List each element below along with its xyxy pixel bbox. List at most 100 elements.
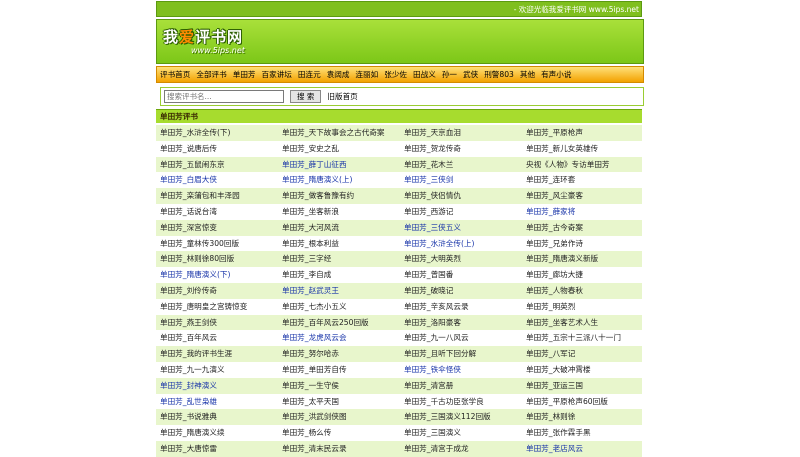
old-home-link[interactable]: 旧版首页 — [327, 91, 357, 102]
book-link[interactable]: 单田芳_话说台湾 — [156, 203, 278, 220]
book-link[interactable]: 单田芳_花木兰 — [400, 156, 522, 173]
book-link[interactable]: 单田芳_水浒全传(上) — [400, 235, 522, 252]
book-link[interactable]: 单田芳_隋唐演义(下) — [156, 267, 278, 283]
nav-item[interactable]: 全部评书 — [196, 69, 226, 80]
book-link[interactable]: 单田芳_说唐后传 — [156, 140, 278, 157]
nav-item[interactable]: 评书首页 — [160, 69, 190, 80]
book-link[interactable]: 单田芳_天京血泪 — [400, 125, 522, 141]
book-link[interactable]: 单田芳_赵武灵王 — [278, 282, 400, 299]
book-link[interactable]: 单田芳_张作霖手黑 — [522, 425, 642, 441]
nav-item[interactable]: 张少佐 — [384, 69, 407, 80]
book-link[interactable]: 单田芳_百年风云 — [156, 330, 278, 347]
book-link[interactable]: 单田芳_刘伶传奇 — [156, 282, 278, 299]
book-link[interactable]: 单田芳_薛丁山征西 — [278, 156, 400, 173]
nav-item[interactable]: 武侠 — [463, 69, 478, 80]
book-link[interactable]: 单田芳_一生守侯 — [278, 377, 400, 394]
book-link[interactable]: 单田芳_老店风云 — [522, 440, 642, 457]
book-link[interactable]: 单田芳_兄弟作诗 — [522, 235, 642, 252]
book-link[interactable]: 单田芳_辛亥风云录 — [400, 298, 522, 315]
book-link[interactable]: 单田芳_隋唐演义新版 — [522, 251, 642, 268]
nav-item[interactable]: 单田芳 — [233, 69, 256, 80]
nav-item[interactable]: 刑警803 — [484, 69, 514, 80]
book-link[interactable]: 单田芳_栾蒲包和丰泽园 — [156, 188, 278, 204]
book-link[interactable]: 单田芳_且听下回分解 — [400, 346, 522, 362]
book-link[interactable]: 单田芳_龙虎风云会 — [278, 330, 400, 347]
book-link[interactable]: 单田芳_平原枪声 — [522, 125, 642, 141]
book-link[interactable]: 单田芳_清末民云录 — [278, 440, 400, 457]
nav-item[interactable]: 百家讲坛 — [262, 69, 292, 80]
nav-item[interactable]: 连丽如 — [355, 69, 378, 80]
nav-item[interactable]: 孙一 — [442, 69, 457, 80]
book-link[interactable]: 单田芳_三字经 — [278, 251, 400, 268]
book-link[interactable]: 单田芳_杨么传 — [278, 425, 400, 441]
book-link[interactable]: 单田芳_乱世枭雄 — [156, 393, 278, 410]
book-link[interactable]: 单田芳_深宫惊变 — [156, 219, 278, 236]
book-link[interactable]: 单田芳_太平天国 — [278, 393, 400, 410]
book-link[interactable]: 单田芳_薛家将 — [522, 203, 642, 220]
book-link[interactable]: 单田芳_廊坊大捷 — [522, 267, 642, 283]
book-link[interactable]: 单田芳_风尘豪客 — [522, 188, 642, 204]
book-link[interactable]: 单田芳_五宗十三派八十一门 — [522, 330, 642, 347]
book-link[interactable]: 单田芳_大唐惊雷 — [156, 440, 278, 457]
book-link[interactable]: 单田芳_破晓记 — [400, 282, 522, 299]
book-link[interactable]: 央视《人物》专访单田芳 — [522, 156, 642, 173]
book-link[interactable]: 单田芳_千古功臣张学良 — [400, 393, 522, 410]
book-link[interactable]: 单田芳_清宫册 — [400, 377, 522, 394]
book-link[interactable]: 单田芳_隋唐演义续 — [156, 425, 278, 441]
book-link[interactable]: 单田芳_根本利益 — [278, 235, 400, 252]
book-link[interactable]: 单田芳_水浒全传(下) — [156, 125, 278, 141]
book-link[interactable]: 单田芳_燕王剑侠 — [156, 314, 278, 331]
book-link[interactable]: 单田芳_明英烈 — [522, 298, 642, 315]
book-link[interactable]: 单田芳_努尔哈赤 — [278, 346, 400, 362]
book-link[interactable]: 单田芳_三侠五义 — [400, 219, 522, 236]
search-button[interactable]: 搜 索 — [290, 90, 322, 103]
book-link[interactable]: 单田芳_洛阳豪客 — [400, 314, 522, 331]
book-link[interactable]: 单田芳_连环套 — [522, 172, 642, 189]
book-link[interactable]: 单田芳_侠侣情仇 — [400, 188, 522, 204]
book-link[interactable]: 单田芳_亚运三国 — [522, 377, 642, 394]
book-link[interactable]: 单田芳_天下故事会之古代奇案 — [278, 125, 400, 141]
book-link[interactable]: 单田芳_白眉大侠 — [156, 172, 278, 189]
nav-item[interactable]: 有声小说 — [541, 69, 571, 80]
book-link[interactable]: 单田芳_大河风流 — [278, 219, 400, 236]
book-link[interactable]: 单田芳_五鼠闹东京 — [156, 156, 278, 173]
book-link[interactable]: 单田芳_林则徐80回版 — [156, 251, 278, 268]
book-link[interactable]: 单田芳_书说雅典 — [156, 409, 278, 426]
book-link[interactable]: 单田芳_大明英烈 — [400, 251, 522, 268]
search-input[interactable] — [164, 90, 284, 103]
book-link[interactable]: 单田芳_大破冲霄楼 — [522, 361, 642, 378]
site-logo[interactable]: 我爱评书网 www.5ips.net — [161, 23, 265, 61]
book-link[interactable]: 单田芳_八军记 — [522, 346, 642, 362]
nav-item[interactable]: 田连元 — [298, 69, 321, 80]
book-link[interactable]: 单田芳_李自成 — [278, 267, 400, 283]
book-link[interactable]: 单田芳_西游记 — [400, 203, 522, 220]
book-link[interactable]: 单田芳_做客鲁豫有约 — [278, 188, 400, 204]
nav-item[interactable]: 田战义 — [413, 69, 436, 80]
nav-item[interactable]: 袁阔成 — [327, 69, 350, 80]
book-link[interactable]: 单田芳_洪武剑侠图 — [278, 409, 400, 426]
book-link[interactable]: 单田芳_贺龙传奇 — [400, 140, 522, 157]
book-link[interactable]: 单田芳_单田芳自传 — [278, 361, 400, 378]
nav-item[interactable]: 其他 — [520, 69, 535, 80]
book-link[interactable]: 单田芳_三侠剑 — [400, 172, 522, 189]
book-link[interactable]: 单田芳_童林传300回版 — [156, 235, 278, 252]
book-link[interactable]: 单田芳_林则徐 — [522, 409, 642, 426]
book-link[interactable]: 单田芳_古今奇案 — [522, 219, 642, 236]
book-link[interactable]: 单田芳_安史之乱 — [278, 140, 400, 157]
book-link[interactable]: 单田芳_坐客新浪 — [278, 203, 400, 220]
book-link[interactable]: 单田芳_三国演义 — [400, 425, 522, 441]
book-link[interactable]: 单田芳_唐明皇之宫铸惊变 — [156, 298, 278, 315]
book-link[interactable]: 单田芳_百年风云250回版 — [278, 314, 400, 331]
book-link[interactable]: 单田芳_人物春秋 — [522, 282, 642, 299]
book-link[interactable]: 单田芳_铁伞怪侠 — [400, 361, 522, 378]
book-link[interactable]: 单田芳_坐客艺术人生 — [522, 314, 642, 331]
book-link[interactable]: 单田芳_七杰小五义 — [278, 298, 400, 315]
book-link[interactable]: 单田芳_九一九演义 — [156, 361, 278, 378]
book-link[interactable]: 单田芳_新儿女英雄传 — [522, 140, 642, 157]
book-link[interactable]: 单田芳_三国演义112回版 — [400, 409, 522, 426]
book-link[interactable]: 单田芳_我的评书生涯 — [156, 346, 278, 362]
book-link[interactable]: 单田芳_隋唐演义(上) — [278, 172, 400, 189]
book-link[interactable]: 单田芳_九一八风云 — [400, 330, 522, 347]
book-link[interactable]: 单田芳_清宫于成龙 — [400, 440, 522, 457]
book-link[interactable]: 单田芳_平原枪声60回版 — [522, 393, 642, 410]
